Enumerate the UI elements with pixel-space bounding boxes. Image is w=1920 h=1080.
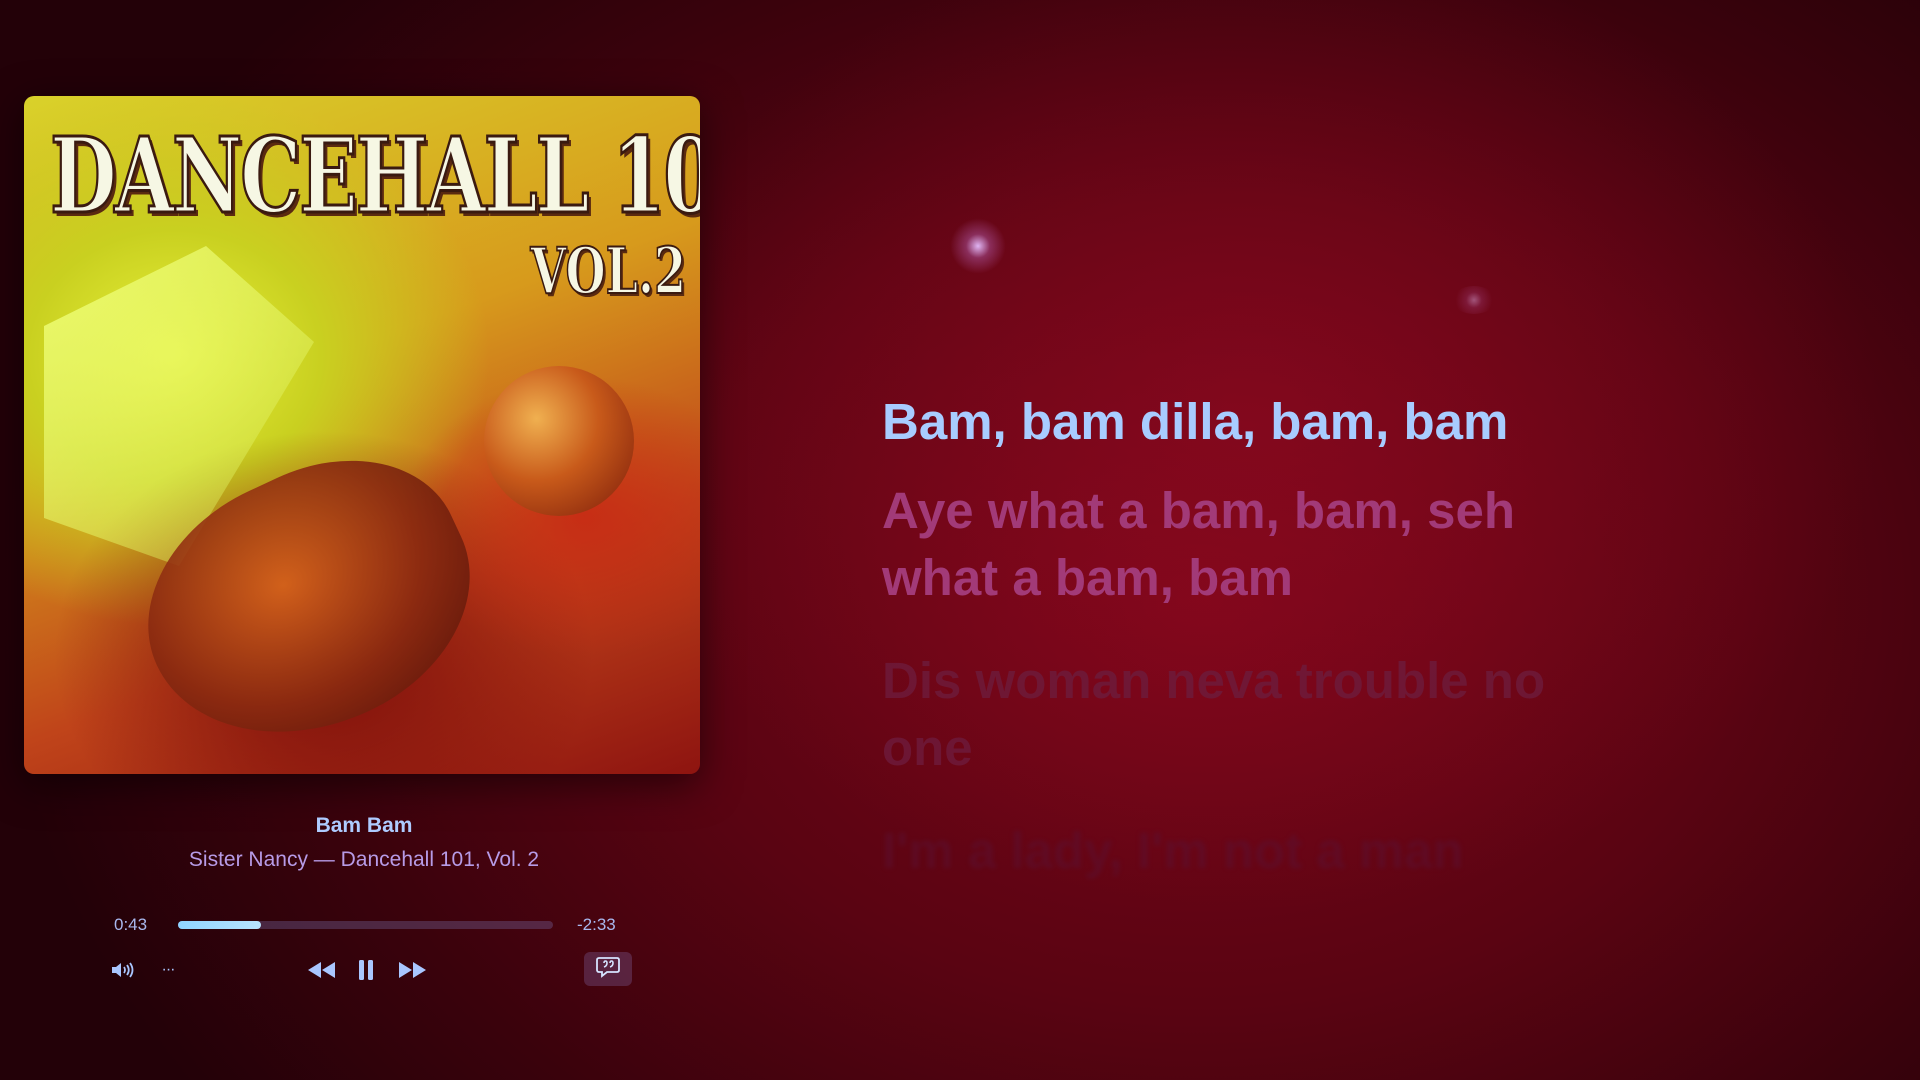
progress-scrubber[interactable] [178, 921, 553, 929]
ellipsis-icon: ··· [161, 961, 176, 978]
lyric-line-current[interactable]: Bam, bam dilla, bam, bam [882, 388, 1642, 455]
album-art-subtitle: VOL.2 [530, 233, 687, 310]
progress-fill [178, 921, 261, 929]
lyrics-bubble-icon [596, 956, 620, 983]
speaker-icon [110, 960, 136, 980]
lyrics-toggle-button[interactable] [584, 952, 632, 986]
background-glow-dot [950, 218, 1006, 274]
rewind-icon [307, 961, 337, 979]
lyric-line[interactable]: Aye what a bam, bam, seh what a bam, bam [882, 477, 1642, 611]
album-art-shape [484, 366, 634, 516]
track-title: Bam Bam [315, 814, 413, 837]
time-remaining: -2:33 [577, 915, 616, 934]
album-artwork: DANCEHALL 101 VOL.2 [24, 96, 700, 774]
track-artist-album[interactable]: Sister Nancy — Dancehall 101, Vol. 2 [24, 848, 704, 872]
pause-button[interactable] [352, 954, 380, 986]
lyric-line[interactable]: I'm a lady, I'm not a man [882, 817, 1642, 884]
background-glow-dot [1452, 286, 1496, 314]
rewind-button[interactable] [304, 956, 340, 984]
fast-forward-icon [397, 961, 427, 979]
lyric-line[interactable]: Dis woman neva trouble no one [882, 647, 1642, 781]
volume-button[interactable] [108, 958, 138, 982]
more-options-button[interactable]: ··· [156, 958, 180, 982]
album-art-title: DANCEHALL 101 [49, 113, 700, 239]
time-elapsed: 0:43 [114, 915, 148, 934]
lyrics-panel: Bam, bam dilla, bam, bam Aye what a bam,… [882, 388, 1642, 884]
pause-icon [357, 958, 375, 982]
fast-forward-button[interactable] [394, 956, 430, 984]
